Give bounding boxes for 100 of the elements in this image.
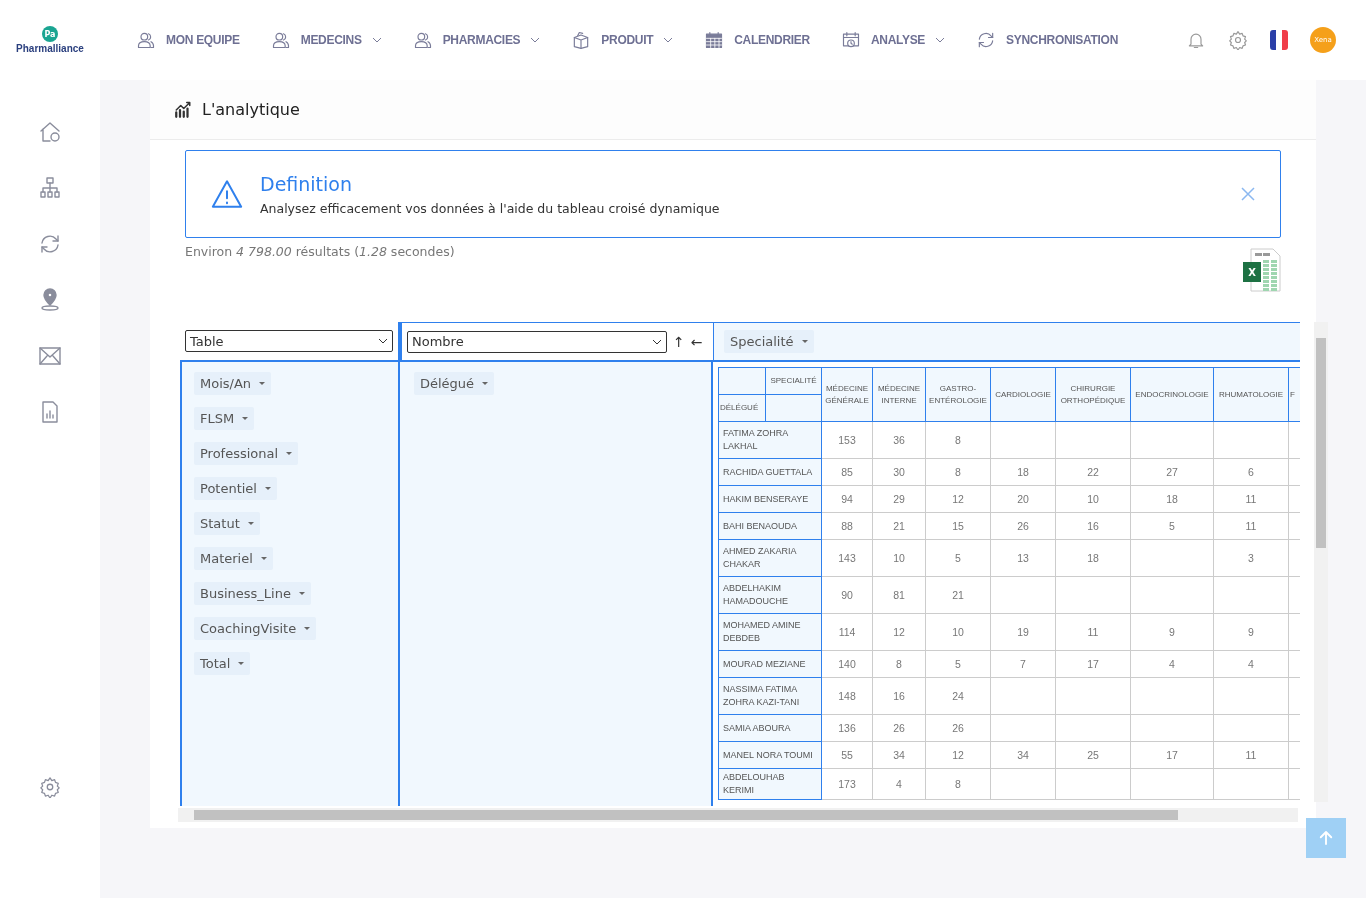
table-cell: 30: [872, 458, 926, 486]
row-header: MOHAMED AMINE DEBDEB: [718, 613, 822, 651]
attribute-chip[interactable]: Statut: [194, 512, 260, 535]
table-cell: 9: [1130, 613, 1214, 651]
nav-item[interactable]: MON EQUIPE: [136, 30, 240, 50]
table-cell: 24: [925, 677, 991, 715]
table-cell: 6: [1213, 458, 1289, 486]
table-cell: 12: [925, 485, 991, 513]
close-icon[interactable]: [1240, 186, 1256, 202]
attribute-chip[interactable]: Délégué: [414, 372, 495, 395]
table-cell: 11: [1213, 512, 1289, 540]
row-header: HAKIM BENSERAYE: [718, 485, 822, 513]
home-icon: [38, 120, 62, 144]
sort-toggle[interactable]: ←: [690, 333, 703, 350]
attribute-chip[interactable]: Materiel: [194, 547, 273, 570]
table-cell: 8: [925, 768, 991, 800]
logo-mark: Pa: [42, 26, 58, 42]
table-cell: 8: [872, 650, 926, 678]
table-cell: 10: [872, 539, 926, 577]
warning-icon: [210, 177, 244, 211]
table-cell: 11: [1213, 485, 1289, 513]
people-icon: [270, 30, 291, 50]
mail-icon: [38, 344, 62, 368]
table-cell: 25: [1055, 741, 1131, 769]
table-cell: 8: [925, 421, 991, 459]
column-header: RHUMATOLOGIE: [1213, 367, 1289, 422]
attribute-chip[interactable]: Mois/An: [194, 372, 272, 395]
row-header: NASSIMA FATIMA ZOHRA KAZI-TANI: [718, 677, 822, 715]
table-cell: 55: [821, 741, 873, 769]
table-cell: 5: [925, 539, 991, 577]
arrow-up-icon: [1317, 829, 1335, 847]
table-cell: 8: [925, 458, 991, 486]
flag-icon[interactable]: [1270, 30, 1288, 50]
nav-item[interactable]: PRODUIT: [571, 30, 674, 50]
table-cell: 27: [1130, 458, 1214, 486]
table-cell: 20: [990, 485, 1056, 513]
column-header: CHIRURGIE ORTHOPÉDIQUE: [1055, 367, 1131, 422]
table-cell: 81: [872, 576, 926, 614]
table-cell: 114: [821, 613, 873, 651]
table-cell: 3: [1213, 539, 1289, 577]
row-header: BAHI BENAOUDA: [718, 512, 822, 540]
attribute-chip[interactable]: Business_Line: [194, 582, 311, 605]
nav-item[interactable]: CALENDRIER: [704, 30, 810, 50]
table-cell: 16: [872, 677, 926, 715]
table-cell: 10: [1055, 485, 1131, 513]
attribute-chip[interactable]: FLSM: [194, 407, 255, 430]
row-header: ABDELHAKIM HAMADOUCHE: [718, 576, 822, 614]
nav-item[interactable]: SYNCHRONISATION: [976, 30, 1118, 50]
column-header: GASTRO-ENTÉROLOGIE: [925, 367, 991, 422]
table-cell: 29: [872, 485, 926, 513]
back-to-top-button[interactable]: [1306, 818, 1346, 858]
table-cell: 7: [990, 650, 1056, 678]
table-cell: 148: [821, 677, 873, 715]
column-header: MÉDECINE INTERNE: [872, 367, 926, 422]
attribute-chip[interactable]: Potentiel: [194, 477, 277, 500]
settings-icon: [39, 776, 61, 798]
table-cell: 18: [1055, 539, 1131, 577]
table-cell: 13: [990, 539, 1056, 577]
row-header: FATIMA ZOHRA LAKHAL: [718, 421, 822, 459]
table-cell: 85: [821, 458, 873, 486]
column-header: MÉDECINE GÉNÉRALE: [821, 367, 873, 422]
sync-icon: [38, 232, 62, 256]
sort-toggle[interactable]: ↑: [673, 333, 685, 350]
attribute-chip[interactable]: Specialité: [724, 330, 814, 353]
chart-icon: [174, 100, 192, 119]
attribute-chip[interactable]: Total: [194, 652, 251, 675]
settings-icon: [1228, 30, 1248, 50]
table-cell: 5: [925, 650, 991, 678]
attribute-chip[interactable]: CoachingVisite: [194, 617, 317, 640]
column-header: CARDIOLOGIE: [990, 367, 1056, 422]
table-cell: 17: [1130, 741, 1214, 769]
nav-item[interactable]: MEDECINS: [270, 30, 382, 50]
calendar-clock-icon: [840, 30, 861, 50]
column-header: ENDOCRINOLOGIE: [1130, 367, 1214, 422]
table-cell: 11: [1213, 741, 1289, 769]
horizontal-scrollbar[interactable]: [178, 808, 1298, 822]
attribute-chip[interactable]: Professional: [194, 442, 299, 465]
row-header: MOURAD MEZIANE: [718, 650, 822, 678]
row-header: MANEL NORA TOUMI: [718, 741, 822, 769]
hierarchy-icon: [38, 176, 62, 200]
table-cell: 15: [925, 512, 991, 540]
table-cell: 94: [821, 485, 873, 513]
table-cell: 11: [1055, 613, 1131, 651]
alert-title: Definition: [260, 172, 353, 195]
table-cell: 26: [872, 714, 926, 742]
nav-item[interactable]: ANALYSE: [840, 30, 946, 50]
renderer-select[interactable]: Table: [185, 330, 393, 352]
people-icon: [136, 30, 156, 50]
table-cell: 4: [1130, 650, 1214, 678]
axis-label: DÉLÉGUÉ: [718, 394, 766, 422]
table-cell: 143: [821, 539, 873, 577]
table-cell: 136: [821, 714, 873, 742]
table-cell: 18: [990, 458, 1056, 486]
logo-name: Pharmalliance: [16, 43, 84, 54]
table-cell: 26: [925, 714, 991, 742]
nav-item[interactable]: PHARMACIES: [412, 30, 541, 50]
aggregator-select[interactable]: Nombre: [407, 330, 667, 353]
table-cell: 34: [872, 741, 926, 769]
table-cell: 4: [1213, 650, 1289, 678]
vertical-scrollbar[interactable]: [1314, 322, 1328, 802]
